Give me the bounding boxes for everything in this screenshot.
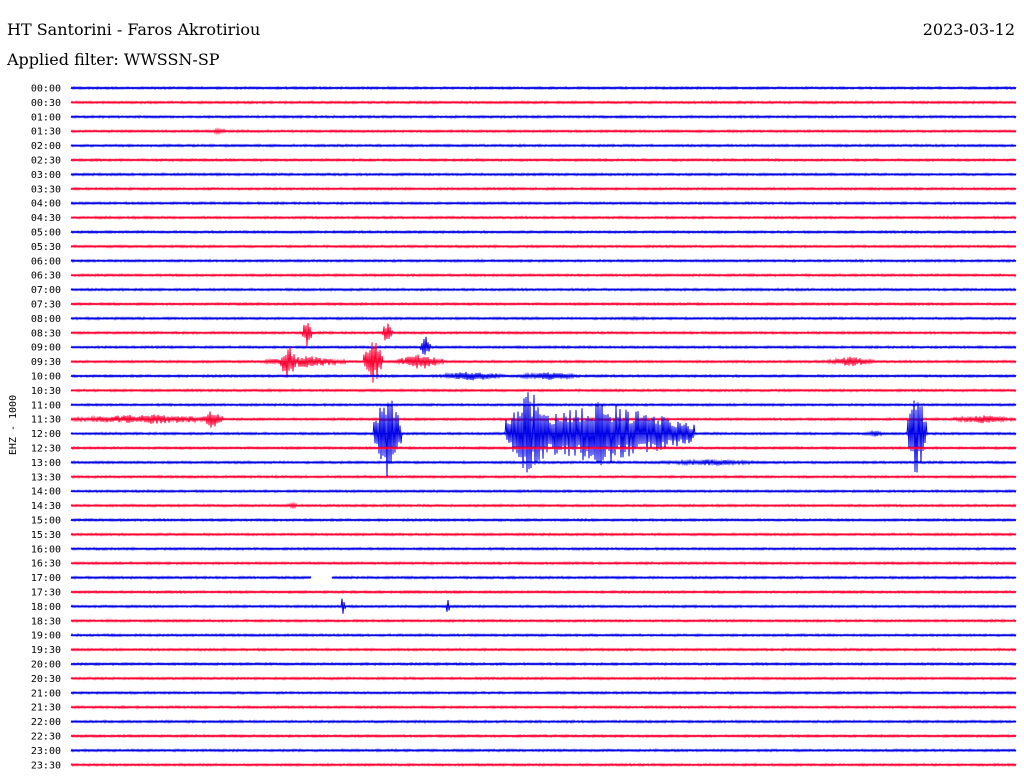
tick-label-0430: 04:30	[31, 213, 61, 224]
helicorder-plot: 00:00 00:30 01:00 01:30 02:00 02:30 03:00 03:30…	[8, 84, 1017, 772]
tick-label-2130: 21:30	[31, 703, 61, 714]
tick-label-1700: 17:00	[31, 573, 61, 584]
tick-label-0930: 09:30	[31, 357, 61, 368]
tick-label-2330: 23:30	[31, 760, 61, 771]
tick-label-2000: 20:00	[31, 660, 61, 671]
tick-label-0100: 01:00	[31, 112, 61, 123]
tick-label-1930: 19:30	[31, 645, 61, 656]
trace-0830	[70, 322, 1017, 347]
tick-label-0830: 08:30	[31, 328, 61, 339]
tick-label-1130: 11:30	[31, 415, 61, 426]
tick-label-0030: 00:30	[31, 98, 61, 109]
tick-label-2200: 22:00	[31, 717, 61, 728]
tick-label-2300: 23:00	[31, 746, 61, 757]
tick-label-0400: 04:00	[31, 199, 61, 210]
tick-label-0630: 06:30	[31, 271, 61, 282]
tick-label-2100: 21:00	[31, 688, 61, 699]
time-tick-labels: 00:00 00:30 01:00 01:30 02:00 02:30 03:00 03:30…	[31, 84, 61, 772]
tick-label-1600: 16:00	[31, 544, 61, 555]
tick-label-1730: 17:30	[31, 588, 61, 599]
tick-label-0300: 03:00	[31, 170, 61, 181]
tick-label-1630: 16:30	[31, 559, 61, 570]
tick-label-1830: 18:30	[31, 616, 61, 627]
tick-label-0200: 02:00	[31, 141, 61, 152]
tick-label-1000: 10:00	[31, 372, 61, 383]
tick-label-1800: 18:00	[31, 602, 61, 613]
tick-label-2230: 22:30	[31, 732, 61, 743]
tick-label-1400: 14:00	[31, 487, 61, 498]
tick-label-0800: 08:00	[31, 314, 61, 325]
tick-label-1230: 12:30	[31, 444, 61, 455]
tick-label-1300: 13:00	[31, 458, 61, 469]
tick-label-0230: 02:30	[31, 156, 61, 167]
tick-label-0530: 05:30	[31, 242, 61, 253]
tick-label-0900: 09:00	[31, 343, 61, 354]
tick-label-0730: 07:30	[31, 300, 61, 311]
tick-label-1100: 11:00	[31, 400, 61, 411]
tick-label-0600: 06:00	[31, 256, 61, 267]
tick-label-0000: 00:00	[31, 84, 61, 95]
tick-label-1500: 15:00	[31, 516, 61, 527]
tick-label-0130: 01:30	[31, 127, 61, 138]
tick-label-1200: 12:00	[31, 429, 61, 440]
tick-label-1530: 15:30	[31, 530, 61, 541]
tick-label-1430: 14:30	[31, 501, 61, 512]
trace-0900	[70, 336, 1017, 355]
trace-gap	[311, 573, 332, 582]
tick-label-0500: 05:00	[31, 228, 61, 239]
tick-label-1330: 13:30	[31, 472, 61, 483]
tick-label-1030: 10:30	[31, 386, 61, 397]
tick-label-0330: 03:30	[31, 184, 61, 195]
tick-label-0700: 07:00	[31, 285, 61, 296]
trace-group	[70, 85, 1017, 768]
channel-label: EHZ - 1000	[8, 395, 19, 455]
tick-label-2030: 20:30	[31, 674, 61, 685]
tick-label-1900: 19:00	[31, 631, 61, 642]
